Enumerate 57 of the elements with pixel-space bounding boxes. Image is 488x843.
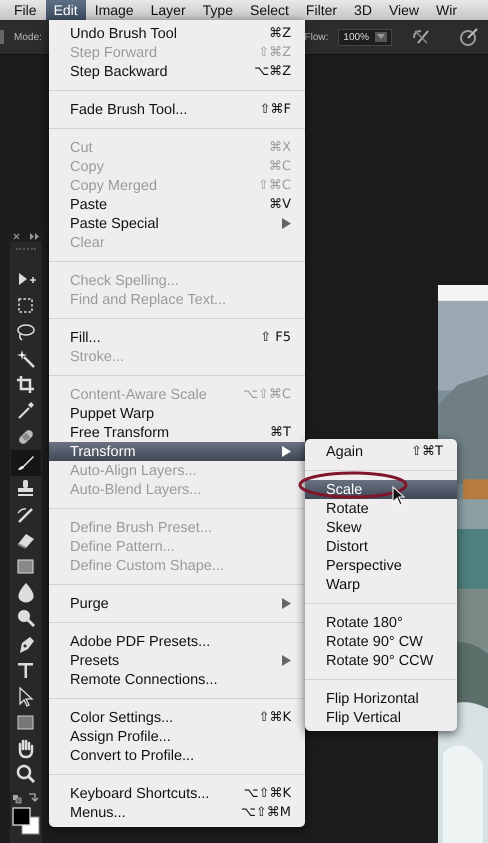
menu-item[interactable]: Paste Special xyxy=(49,214,305,233)
menu-item[interactable]: Rotate 90° CCW xyxy=(305,651,457,670)
menu-title[interactable]: File xyxy=(6,0,45,20)
shortcut-label: ⌘T xyxy=(270,425,291,440)
menu-item[interactable]: Color Settings... ⇧⌘K xyxy=(49,708,305,727)
shortcut-label: ⌥⇧⌘M xyxy=(240,805,291,820)
shortcut-label: ⌥⌘Z xyxy=(254,64,291,79)
menu-item[interactable]: Again ⇧⌘T xyxy=(305,442,457,461)
menu-title[interactable]: Layer xyxy=(142,0,194,20)
shortcut-label: ⇧⌘C xyxy=(258,178,291,193)
menu-title[interactable]: Edit xyxy=(46,0,86,20)
shortcut-label: ⌘C xyxy=(268,159,291,174)
shortcut-label: ⌘X xyxy=(269,140,291,155)
menu-item[interactable]: Paste ⌘V xyxy=(49,195,305,214)
menu-item[interactable]: Free Transform ⌘T xyxy=(49,423,305,442)
menu-item[interactable]: Perspective xyxy=(305,556,457,575)
menu-item[interactable]: Undo Brush Tool ⌘Z xyxy=(49,24,305,43)
menu-item[interactable]: Transform xyxy=(49,442,305,461)
menu-title[interactable]: Filter xyxy=(298,0,346,20)
shortcut-label: ⌥⇧⌘C xyxy=(243,387,291,402)
menu-item[interactable]: Fade Brush Tool... ⇧⌘F xyxy=(49,100,305,119)
menu-item[interactable]: Menus... ⌥⇧⌘M xyxy=(49,803,305,822)
menu-item[interactable]: Flip Vertical xyxy=(305,708,457,727)
menu-item[interactable]: Purge xyxy=(49,594,305,613)
shortcut-label: ⇧⌘Z xyxy=(258,45,291,60)
menu-item[interactable]: Remote Connections... xyxy=(49,670,305,689)
menu-item[interactable]: Adobe PDF Presets... xyxy=(49,632,305,651)
shortcut-label: ⇧⌘T xyxy=(411,444,443,459)
flow-label: Flow: xyxy=(304,32,328,42)
mode-label: Mode: xyxy=(14,32,42,42)
menu-item[interactable]: Warp xyxy=(305,575,457,594)
shortcut-label: ⇧⌘K xyxy=(258,710,291,725)
shortcut-label: ⌘V xyxy=(269,197,291,212)
shortcut-label: ⇧⌘F xyxy=(260,102,291,117)
menu-item[interactable]: Rotate 180° xyxy=(305,613,457,632)
menu-item[interactable]: Flip Horizontal xyxy=(305,689,457,708)
menu-item[interactable]: Step Backward ⌥⌘Z xyxy=(49,62,305,81)
menu-title[interactable]: 3D xyxy=(346,0,380,20)
flow-dropdown[interactable]: 100% xyxy=(338,28,392,46)
menu-item[interactable]: Skew xyxy=(305,518,457,537)
menu-item[interactable]: Convert to Profile... xyxy=(49,746,305,765)
menu-item[interactable]: Distort xyxy=(305,537,457,556)
shortcut-label: ⌥⇧⌘K xyxy=(244,786,291,801)
menu-item[interactable]: Presets xyxy=(49,651,305,670)
shortcut-label: ⇧ F5 xyxy=(260,330,291,345)
menu-item[interactable]: Rotate xyxy=(305,499,457,518)
menu-item[interactable]: Fill... ⇧ F5 xyxy=(49,328,305,347)
menu-item[interactable]: Assign Profile... xyxy=(49,727,305,746)
menu-title[interactable]: View xyxy=(380,0,428,20)
menu-title[interactable]: Select xyxy=(242,0,297,20)
menu-item[interactable]: Keyboard Shortcuts... ⌥⇧⌘K xyxy=(49,784,305,803)
shortcut-label: ⌘Z xyxy=(269,26,291,41)
menu-title[interactable]: Type xyxy=(194,0,241,20)
menu-item[interactable]: Puppet Warp xyxy=(49,404,305,423)
menu-title[interactable]: Wir xyxy=(428,0,466,20)
menu-title[interactable]: Image xyxy=(86,0,142,20)
menu-item[interactable]: Rotate 90° CW xyxy=(305,632,457,651)
